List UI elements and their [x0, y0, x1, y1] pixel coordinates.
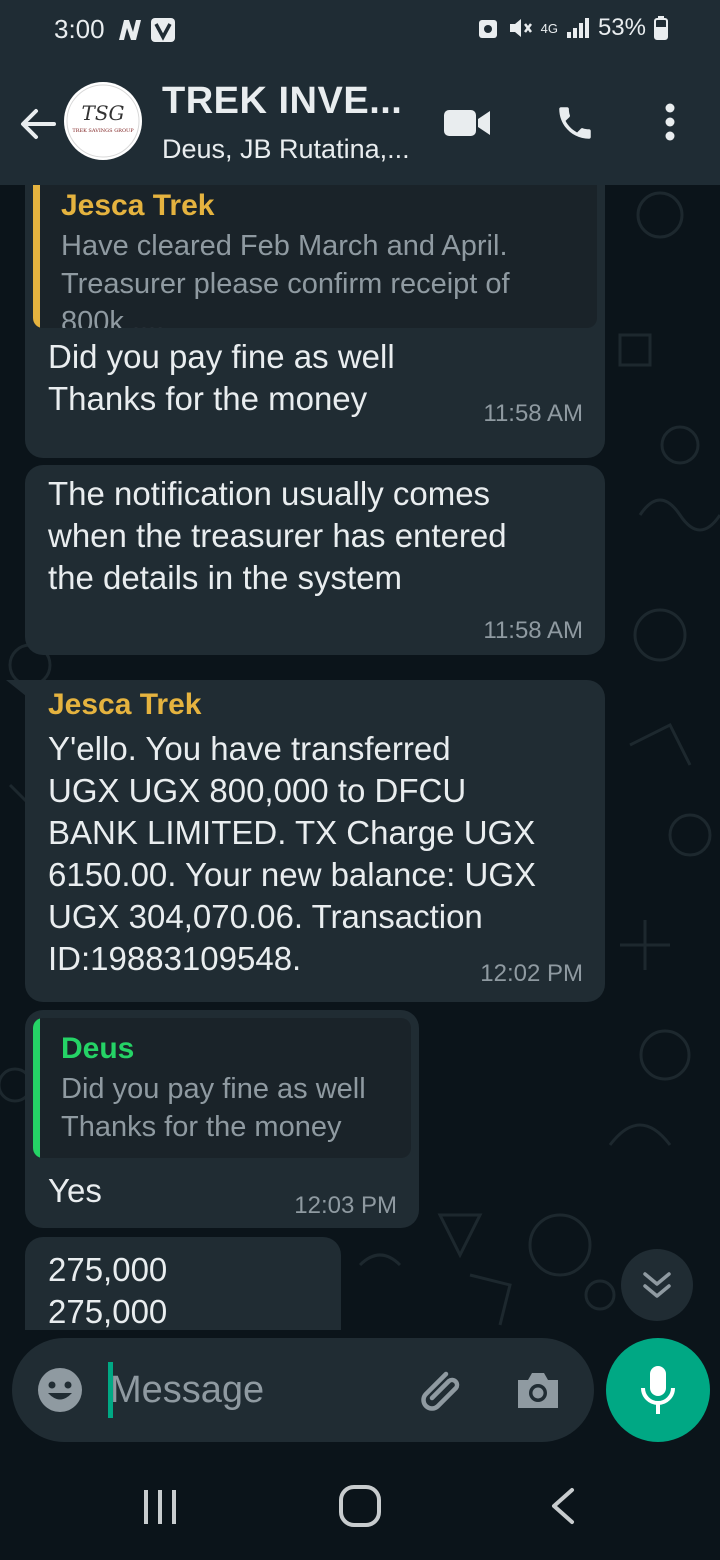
- quote-bar: [33, 1018, 40, 1158]
- message-time: 12:02 PM: [480, 960, 583, 987]
- chat-area[interactable]: Jesca Trek Have cleared Feb March and Ap…: [0, 185, 720, 1330]
- status-system-icons: 4G 53%: [477, 14, 668, 42]
- quote-text: Did you pay fine as well Thanks for the …: [61, 1073, 366, 1143]
- v-app-icon: [151, 18, 175, 42]
- message-input-pill[interactable]: [12, 1338, 594, 1442]
- message-bubble[interactable]: Deus Did you pay fine as well Thanks for…: [25, 1010, 419, 1228]
- emoji-icon[interactable]: [36, 1366, 84, 1414]
- message-bubble[interactable]: Jesca Trek Y'ello. You have transferred …: [25, 680, 605, 1002]
- group-avatar[interactable]: TSG TREK SAVINGS GROUP: [64, 82, 142, 160]
- quote-text: Have cleared Feb March and April. Treasu…: [61, 230, 510, 328]
- message-composer: [0, 1330, 720, 1452]
- n-app-icon: [119, 20, 141, 40]
- message-text: 275,000 275,000: [48, 1251, 168, 1330]
- status-notification-icons: [116, 16, 176, 44]
- chat-participants[interactable]: Deus, JB Rutatina,...: [162, 134, 410, 165]
- quoted-message[interactable]: Jesca Trek Have cleared Feb March and Ap…: [33, 185, 597, 328]
- message-bubble[interactable]: The notification usually comes when the …: [25, 465, 605, 655]
- message-text: Y'ello. You have transferred UGX UGX 800…: [48, 730, 537, 977]
- video-call-icon[interactable]: [444, 108, 492, 138]
- battery-icon: [654, 16, 668, 40]
- network-type: 4G: [540, 20, 558, 36]
- home-icon[interactable]: [338, 1484, 382, 1528]
- status-time: 3:00: [54, 14, 105, 44]
- phone-call-icon[interactable]: [554, 102, 596, 144]
- alarm-icon: [478, 20, 497, 38]
- attach-icon[interactable]: [416, 1368, 466, 1414]
- quote-author: Deus: [61, 1032, 135, 1065]
- voice-message-button[interactable]: [606, 1338, 710, 1442]
- message-author: Jesca Trek: [48, 688, 202, 721]
- double-chevron-down-icon: [643, 1272, 671, 1298]
- system-nav-bar: [0, 1452, 720, 1560]
- chat-title[interactable]: TREK INVE...: [162, 80, 402, 123]
- avatar-logo-caption: TREK SAVINGS GROUP: [72, 128, 134, 134]
- quote-bar: [33, 185, 40, 328]
- mute-icon: [509, 19, 532, 37]
- message-text: The notification usually comes when the …: [48, 475, 507, 596]
- message-time: 11:58 AM: [483, 400, 583, 427]
- recent-apps-icon[interactable]: [140, 1488, 180, 1526]
- avatar-logo-text: TSG: [81, 101, 124, 125]
- scroll-to-bottom-button[interactable]: [621, 1249, 693, 1321]
- message-time: 11:58 AM: [483, 617, 583, 644]
- signal-icon: [566, 18, 589, 38]
- message-bubble[interactable]: Jesca Trek Have cleared Feb March and Ap…: [25, 185, 605, 458]
- quoted-message[interactable]: Deus Did you pay fine as well Thanks for…: [33, 1018, 411, 1158]
- group-logo: TSG TREK SAVINGS GROUP: [66, 84, 140, 158]
- message-bubble[interactable]: 275,000 275,000: [25, 1237, 341, 1330]
- message-time: 12:03 PM: [294, 1192, 397, 1219]
- status-bar: 3:00 4G 53%: [0, 0, 720, 60]
- more-options-icon[interactable]: [656, 100, 684, 144]
- chat-header: TSG TREK SAVINGS GROUP TREK INVE... Deus…: [0, 60, 720, 185]
- nav-back-icon[interactable]: [548, 1486, 576, 1526]
- camera-icon[interactable]: [514, 1368, 562, 1412]
- message-text: Did you pay fine as well Thanks for the …: [48, 338, 395, 417]
- quote-author: Jesca Trek: [61, 189, 215, 222]
- battery-percent: 53%: [597, 14, 646, 41]
- back-arrow-icon[interactable]: [16, 102, 60, 146]
- microphone-icon: [641, 1366, 675, 1414]
- message-input[interactable]: [110, 1362, 410, 1418]
- message-text: Yes: [48, 1172, 102, 1209]
